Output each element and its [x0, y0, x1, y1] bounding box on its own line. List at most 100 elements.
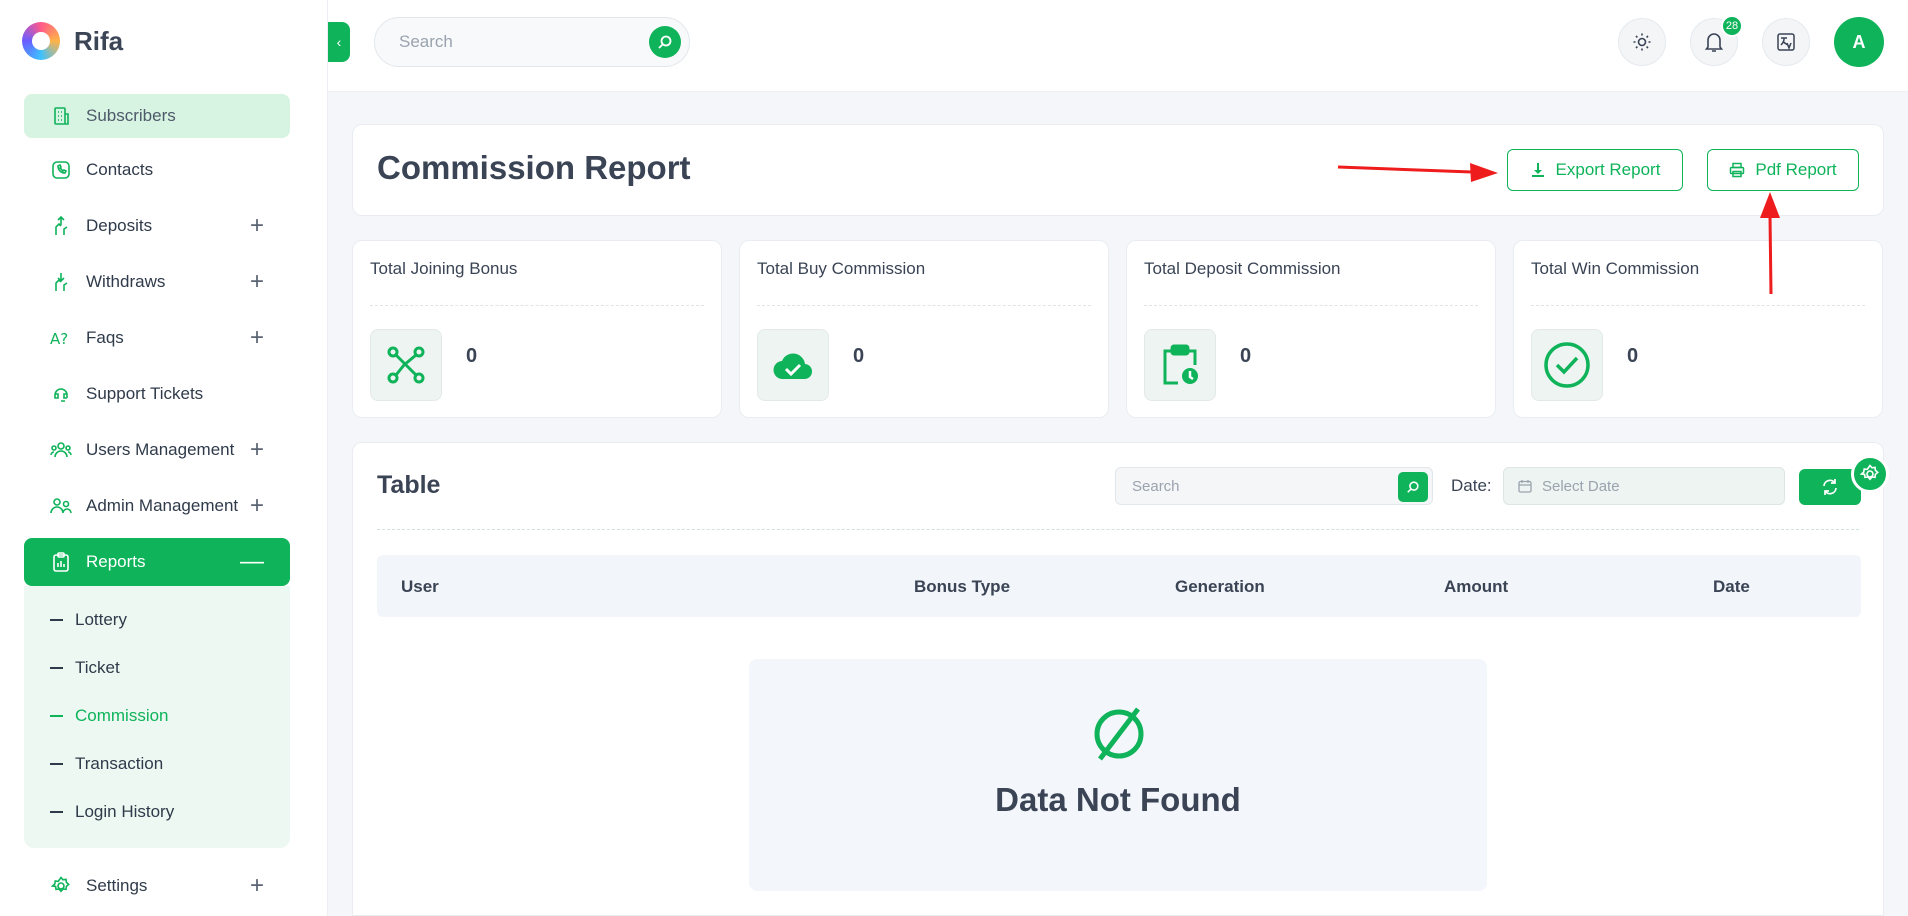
date-label: Date:	[1451, 476, 1492, 495]
global-search-input[interactable]: Search	[374, 17, 690, 67]
app-name: Rifa	[74, 25, 124, 56]
column-header-amount[interactable]: Amount	[1444, 577, 1508, 597]
search-icon	[658, 35, 672, 49]
empty-set-icon	[1094, 707, 1144, 761]
sidebar-toggle-button[interactable]: ‹	[328, 22, 350, 62]
clipboard-clock-icon	[1144, 329, 1216, 401]
submenu-item-login-history[interactable]: Login History	[24, 788, 290, 836]
stat-label: Total Deposit Commission	[1144, 259, 1341, 278]
stat-value: 0	[1240, 345, 1252, 367]
stat-label: Total Buy Commission	[757, 259, 926, 278]
sidebar-item-settings[interactable]: Settings +	[24, 862, 290, 910]
submenu-item-lottery[interactable]: Lottery	[24, 596, 290, 644]
page-title: Commission Report	[377, 149, 691, 186]
submenu-label: Ticket	[75, 658, 120, 677]
sidebar-item-label: Faqs	[86, 328, 124, 347]
expand-plus-icon[interactable]: +	[250, 872, 264, 900]
expand-plus-icon[interactable]: +	[250, 436, 264, 464]
empty-message: Data Not Found	[995, 781, 1241, 818]
stat-label: Total Win Commission	[1531, 259, 1700, 278]
gear-icon	[50, 875, 72, 897]
topbar: ‹ Search 28 A	[328, 0, 1908, 92]
sidebar-item-label: Subscribers	[86, 106, 176, 125]
expand-plus-icon[interactable]: +	[250, 492, 264, 520]
language-button[interactable]	[1762, 18, 1810, 66]
dash-icon	[50, 811, 63, 813]
translate-icon	[1777, 33, 1795, 51]
sidebar-item-faqs[interactable]: A? Faqs +	[24, 314, 290, 362]
dash-icon	[50, 667, 63, 669]
empty-state: Data Not Found	[749, 659, 1487, 891]
table-search-button[interactable]	[1398, 472, 1428, 502]
sidebar-item-withdraws[interactable]: Withdraws +	[24, 258, 290, 306]
notifications-button[interactable]: 28	[1690, 15, 1743, 66]
search-button[interactable]	[649, 26, 681, 58]
users-icon	[50, 439, 72, 461]
bell-icon	[1704, 33, 1724, 52]
column-header-bonus-type[interactable]: Bonus Type	[914, 577, 1010, 597]
column-header-user[interactable]: User	[401, 577, 439, 597]
expand-plus-icon[interactable]: +	[250, 324, 264, 352]
column-header-generation[interactable]: Generation	[1175, 577, 1265, 597]
sidebar-item-label: Reports	[86, 552, 146, 571]
table-header: User Bonus Type Generation Amount Date	[377, 555, 1861, 617]
theme-toggle-button[interactable]	[1618, 18, 1666, 66]
sidebar-item-label: Deposits	[86, 216, 153, 235]
sidebar: Rifa Subscribers Contacts Deposits + Wit…	[0, 0, 328, 916]
download-icon	[1531, 163, 1544, 177]
pdf-report-label: Pdf Report	[1755, 160, 1837, 179]
phone-icon	[50, 159, 72, 181]
stat-label: Total Joining Bonus	[370, 259, 518, 278]
sidebar-item-reports[interactable]: Reports —	[24, 538, 290, 586]
sidebar-item-subscribers[interactable]: Subscribers	[24, 94, 290, 138]
search-icon	[1407, 481, 1419, 493]
check-circle-icon	[1531, 329, 1603, 401]
pdf-report-button[interactable]: Pdf Report	[1707, 149, 1859, 191]
sidebar-item-label: Withdraws	[86, 272, 166, 291]
svg-text:A?: A?	[50, 330, 68, 347]
sidebar-item-label: Contacts	[86, 160, 154, 179]
app-logo[interactable]: Rifa	[22, 22, 123, 60]
column-header-date[interactable]: Date	[1713, 577, 1750, 597]
stat-value: 0	[853, 345, 865, 367]
date-picker-input[interactable]: Select Date	[1503, 467, 1785, 505]
submenu-item-commission[interactable]: Commission	[24, 692, 290, 740]
settings-fab-button[interactable]	[1851, 455, 1889, 493]
search-placeholder: Search	[399, 32, 453, 51]
collapse-minus-icon[interactable]: —	[240, 548, 264, 576]
logo-mark-icon	[22, 22, 60, 60]
table-search-placeholder: Search	[1132, 477, 1180, 495]
submenu-label: Login History	[75, 802, 175, 821]
table-search-input[interactable]: Search	[1115, 467, 1433, 505]
sidebar-item-contacts[interactable]: Contacts	[24, 146, 290, 194]
sidebar-item-users-management[interactable]: Users Management +	[24, 426, 290, 474]
submenu-label: Transaction	[75, 754, 164, 773]
sidebar-item-support-tickets[interactable]: Support Tickets	[24, 370, 290, 418]
hand-coin-icon	[50, 215, 72, 237]
sidebar-item-deposits[interactable]: Deposits +	[24, 202, 290, 250]
submenu-item-ticket[interactable]: Ticket	[24, 644, 290, 692]
expand-plus-icon[interactable]: +	[250, 212, 264, 240]
notification-badge: 28	[1721, 15, 1743, 37]
sidebar-nav: Subscribers Contacts Deposits + Withdraw…	[24, 92, 290, 916]
page-header: Commission Report Export Report Pdf Repo…	[352, 124, 1884, 216]
submenu-item-transaction[interactable]: Transaction	[24, 740, 290, 788]
expand-plus-icon[interactable]: +	[250, 268, 264, 296]
sidebar-item-label: Users Management	[86, 440, 235, 459]
date-placeholder: Select Date	[1542, 477, 1620, 495]
user-avatar[interactable]: A	[1834, 17, 1884, 67]
share-nodes-icon	[370, 329, 442, 401]
dash-icon	[50, 763, 63, 765]
reports-submenu: Lottery Ticket Commission Transaction Lo…	[24, 586, 290, 848]
building-icon	[50, 105, 72, 127]
export-report-label: Export Report	[1555, 160, 1661, 179]
chevron-left-icon: ‹	[336, 34, 342, 50]
export-report-button[interactable]: Export Report	[1507, 149, 1683, 191]
clipboard-icon	[50, 551, 72, 573]
printer-icon	[1730, 162, 1745, 178]
refresh-icon	[1823, 479, 1837, 495]
stat-card-deposit-commission: Total Deposit Commission 0	[1126, 240, 1496, 418]
dash-icon	[50, 619, 63, 621]
sun-icon	[1633, 33, 1651, 51]
sidebar-item-admin-management[interactable]: Admin Management +	[24, 482, 290, 530]
